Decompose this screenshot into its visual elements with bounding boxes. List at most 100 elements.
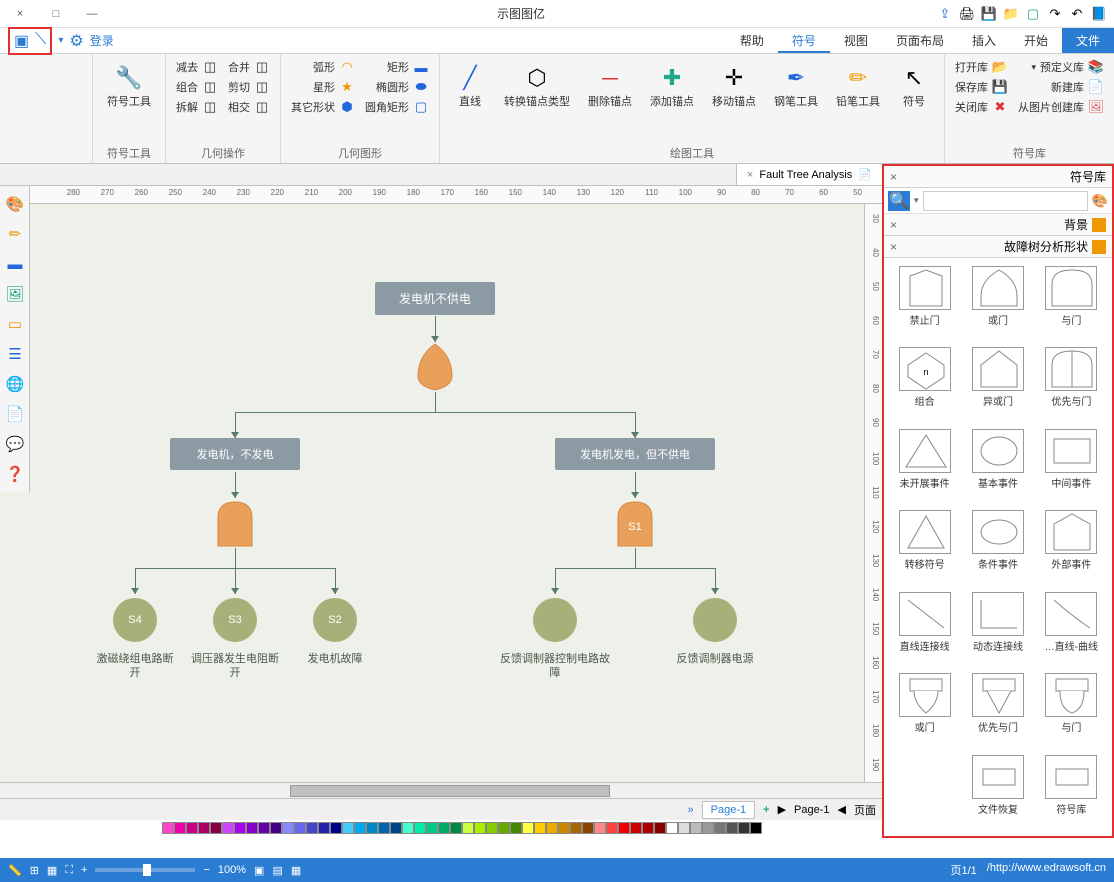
leaf-s3[interactable]: S3: [213, 598, 257, 642]
add-page-button[interactable]: +: [763, 804, 769, 816]
snap-icon[interactable]: ⊞: [30, 864, 39, 877]
color-swatch[interactable]: [642, 822, 654, 834]
color-swatch[interactable]: [474, 822, 486, 834]
menu-view[interactable]: 视图: [830, 28, 882, 53]
root-node[interactable]: 发电机不供电: [375, 282, 495, 315]
arc-shape[interactable]: ◠弧形: [289, 58, 357, 76]
open-icon[interactable]: 📁: [1002, 5, 1020, 23]
color-swatch[interactable]: [702, 822, 714, 834]
color-swatch[interactable]: [246, 822, 258, 834]
shape-item[interactable]: 外部事件: [1037, 508, 1106, 585]
shape-item[interactable]: 异或门: [963, 345, 1032, 422]
leaf-s4[interactable]: S4: [113, 598, 157, 642]
color-swatch[interactable]: [498, 822, 510, 834]
and-gate-right[interactable]: [212, 498, 258, 548]
shape-item[interactable]: 直线-曲线…: [1037, 590, 1106, 667]
shape-item[interactable]: 优先与门: [963, 671, 1032, 748]
color-swatch[interactable]: [630, 822, 642, 834]
shape-item[interactable]: 转移符号: [890, 508, 959, 585]
color-swatch[interactable]: [450, 822, 462, 834]
new-lib[interactable]: 📄新建库: [1016, 78, 1106, 96]
page-prev-icon[interactable]: ◀: [838, 803, 846, 816]
menu-help[interactable]: 帮助: [726, 28, 778, 53]
color-swatch[interactable]: [306, 822, 318, 834]
pen-big[interactable]: ✒钢笔工具: [768, 58, 824, 143]
shape-item[interactable]: 或门: [963, 264, 1032, 341]
close-lib[interactable]: ✖关闭库: [953, 98, 1010, 116]
color-swatch[interactable]: [342, 822, 354, 834]
left-fault-node[interactable]: 发电机发电，但不供电: [555, 438, 715, 470]
globe-icon[interactable]: 🌐: [3, 372, 27, 396]
color-swatch[interactable]: [390, 822, 402, 834]
save-icon[interactable]: 💾: [980, 5, 998, 23]
color-swatch[interactable]: [750, 822, 762, 834]
leaf-1[interactable]: [693, 598, 737, 642]
close-icon[interactable]: ×: [890, 170, 897, 184]
leaf-2[interactable]: [533, 598, 577, 642]
menu-layout[interactable]: 页面布局: [882, 28, 958, 53]
doc-icon[interactable]: 📄: [3, 402, 27, 426]
search-input[interactable]: [923, 191, 1088, 211]
doc-tab[interactable]: 📄 Fault Tree Analysis ×: [736, 164, 882, 185]
zoom-out-icon[interactable]: −: [203, 864, 209, 876]
color-swatch[interactable]: [678, 822, 690, 834]
comment-icon[interactable]: 💬: [3, 432, 27, 456]
color-swatch[interactable]: [186, 822, 198, 834]
color-swatch[interactable]: [618, 822, 630, 834]
rect-shape[interactable]: ▬矩形: [363, 58, 431, 76]
shape-tool-icon[interactable]: ▣: [14, 31, 29, 51]
print-icon[interactable]: 🖨: [958, 5, 976, 23]
color-swatch[interactable]: [366, 822, 378, 834]
add-anchor-big[interactable]: ✚添加锚点: [644, 58, 700, 143]
ellipse-shape[interactable]: ⬬椭圆形: [363, 78, 431, 96]
dropdown-icon[interactable]: ▾: [58, 35, 63, 46]
color-swatch[interactable]: [738, 822, 750, 834]
maximize-button[interactable]: □: [44, 4, 68, 24]
menu-file[interactable]: 文件: [1062, 28, 1114, 53]
subtract-op[interactable]: ◫减去: [174, 58, 220, 76]
color-swatch[interactable]: [486, 822, 498, 834]
shape-item[interactable]: 符号库: [1037, 753, 1106, 830]
color-swatch[interactable]: [270, 822, 282, 834]
menu-login[interactable]: 登录: [90, 32, 114, 49]
color-swatch[interactable]: [162, 822, 174, 834]
split-op[interactable]: ◫剪切: [226, 78, 272, 96]
predef-lib[interactable]: 📚预定义库▾: [1016, 58, 1106, 76]
and-gate-s1[interactable]: S1: [612, 498, 658, 548]
shape-item[interactable]: 与门: [1037, 671, 1106, 748]
color-swatch[interactable]: [582, 822, 594, 834]
convert-anchor-big[interactable]: ⬡转换锚点类型: [498, 58, 576, 143]
open-lib[interactable]: 📂打开库: [953, 58, 1010, 76]
color-swatch[interactable]: [510, 822, 522, 834]
search-button[interactable]: 🔍: [888, 191, 910, 211]
or-gate[interactable]: [412, 342, 458, 392]
shape-item[interactable]: 优先与门: [1037, 345, 1106, 422]
save-lib[interactable]: 💾保存库: [953, 78, 1010, 96]
from-img-lib[interactable]: 🖼从图片创建库: [1016, 98, 1106, 116]
shape-item[interactable]: 或门: [890, 671, 959, 748]
close-icon[interactable]: ×: [890, 240, 897, 254]
symbol-big[interactable]: ↖符号: [892, 58, 936, 143]
move-anchor-big[interactable]: ✛移动锚点: [706, 58, 762, 143]
color-swatch[interactable]: [174, 822, 186, 834]
fill-icon[interactable]: ▬: [3, 252, 27, 276]
help-icon[interactable]: ❓: [3, 462, 27, 486]
shape-item[interactable]: 与门: [1037, 264, 1106, 341]
color-swatch[interactable]: [462, 822, 474, 834]
color-swatch[interactable]: [354, 822, 366, 834]
color-swatch[interactable]: [522, 822, 534, 834]
shape-item[interactable]: 条件事件: [963, 508, 1032, 585]
other-shape[interactable]: ⬢其它形状: [289, 98, 357, 116]
color-swatch[interactable]: [438, 822, 450, 834]
shape-item[interactable]: 中间事件: [1037, 427, 1106, 504]
shape-item[interactable]: 未开展事件: [890, 427, 959, 504]
color-swatch[interactable]: [534, 822, 546, 834]
shape-item[interactable]: 直线连接线: [890, 590, 959, 667]
page-tab-1[interactable]: Page-1: [702, 801, 755, 819]
color-swatch[interactable]: [318, 822, 330, 834]
color-swatch[interactable]: [558, 822, 570, 834]
list-icon[interactable]: ☰: [3, 342, 27, 366]
canvas[interactable]: 发电机不供电 发电机发电，但不供电 S1: [0, 204, 864, 782]
chevron-icon[interactable]: «: [688, 804, 694, 816]
color-swatch[interactable]: [654, 822, 666, 834]
